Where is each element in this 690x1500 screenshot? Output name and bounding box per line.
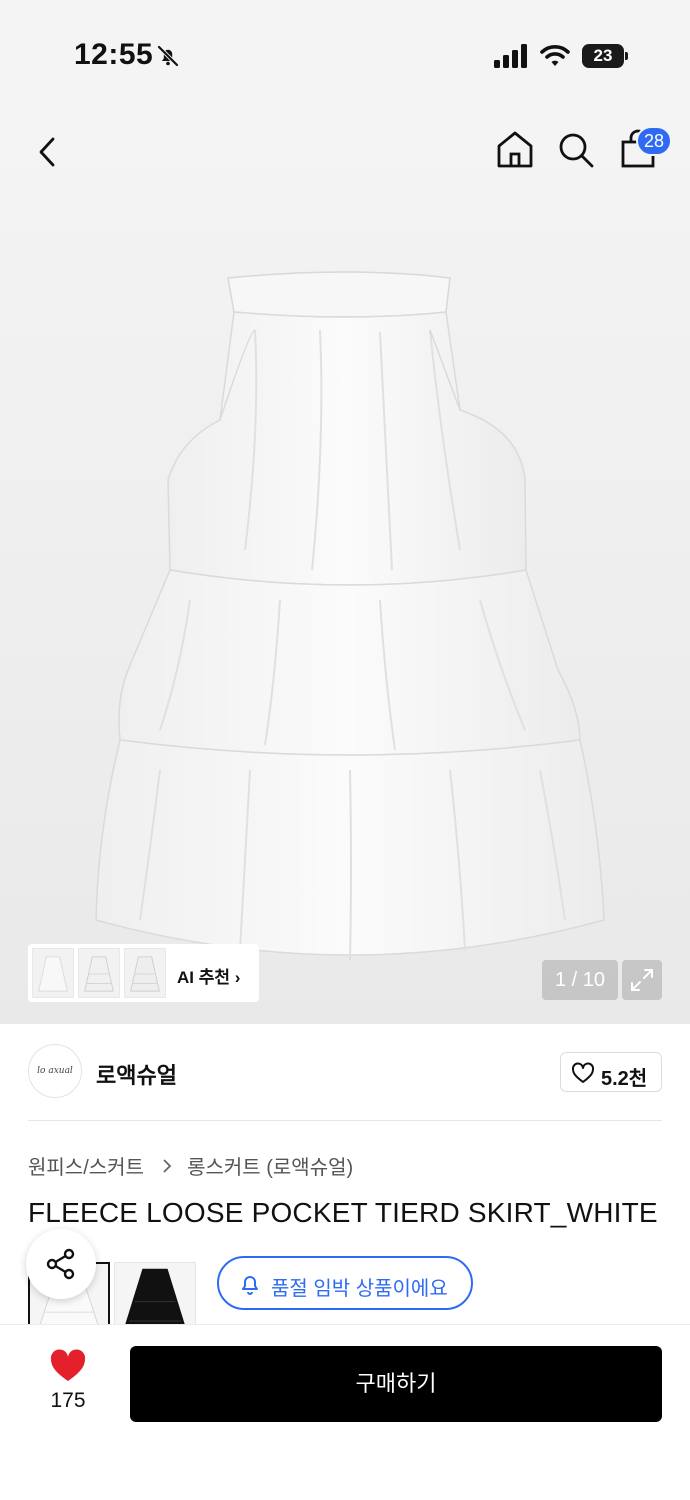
heart-outline-icon — [572, 1062, 594, 1083]
product-gallery[interactable]: 28 AI 추천 › 1 / 10 — [0, 110, 690, 1024]
breadcrumb-subcategory[interactable]: 롱스커트 (로액슈얼) — [187, 1157, 353, 1179]
cart-count-badge: 28 — [636, 126, 673, 156]
search-icon[interactable] — [556, 130, 596, 170]
product-title: FLEECE LOOSE POCKET TIERD SKIRT_WHITE — [28, 1197, 658, 1228]
bell-off-icon — [157, 45, 179, 67]
low-stock-text: 품절 임박 상품이에요 — [271, 1278, 448, 1300]
battery-cap — [625, 52, 628, 60]
ai-thumbnail — [78, 948, 120, 998]
chevron-right-icon — [162, 1158, 171, 1173]
breadcrumb: 원피스/스커트 롱스커트 (로액슈얼) — [28, 1151, 353, 1180]
product-image[interactable] — [80, 270, 620, 990]
ai-recommend-button[interactable]: AI 추천 › — [28, 944, 259, 1002]
ai-thumbnail — [32, 948, 74, 998]
breadcrumb-category[interactable]: 원피스/스커트 — [28, 1157, 144, 1179]
low-stock-notice[interactable]: 품절 임박 상품이에요 — [217, 1256, 473, 1310]
status-bar: 12:55 23 — [0, 0, 690, 110]
back-icon[interactable] — [30, 134, 66, 170]
ai-thumbnail — [124, 948, 166, 998]
status-time: 12:55 — [74, 38, 154, 71]
brand-row[interactable]: lo axual 로액슈얼 5.2천 — [0, 1024, 690, 1120]
expand-button[interactable] — [622, 960, 662, 1000]
brand-logo[interactable]: lo axual — [28, 1044, 82, 1098]
share-button[interactable] — [26, 1229, 96, 1299]
wifi-icon — [540, 45, 570, 66]
buy-button[interactable]: 구매하기 — [130, 1346, 662, 1422]
share-icon — [46, 1248, 75, 1280]
color-option-black[interactable] — [114, 1262, 196, 1326]
home-icon[interactable] — [494, 128, 536, 170]
image-counter: 1 / 10 — [542, 960, 618, 1000]
brand-name[interactable]: 로액슈얼 — [96, 1058, 177, 1090]
wish-count: 175 — [50, 1389, 86, 1412]
heart-filled-icon[interactable] — [49, 1349, 87, 1383]
battery-level: 23 — [582, 44, 624, 68]
purchase-bar: 175 구매하기 — [0, 1324, 690, 1500]
bell-icon — [242, 1276, 258, 1295]
battery-indicator: 23 — [582, 44, 628, 68]
expand-icon — [631, 969, 653, 991]
ai-recommend-label: AI 추천 › — [177, 968, 241, 987]
divider — [28, 1120, 662, 1121]
signal-icon — [494, 44, 527, 68]
brand-like-button[interactable]: 5.2천 — [560, 1052, 662, 1092]
brand-like-count: 5.2천 — [601, 1068, 648, 1090]
